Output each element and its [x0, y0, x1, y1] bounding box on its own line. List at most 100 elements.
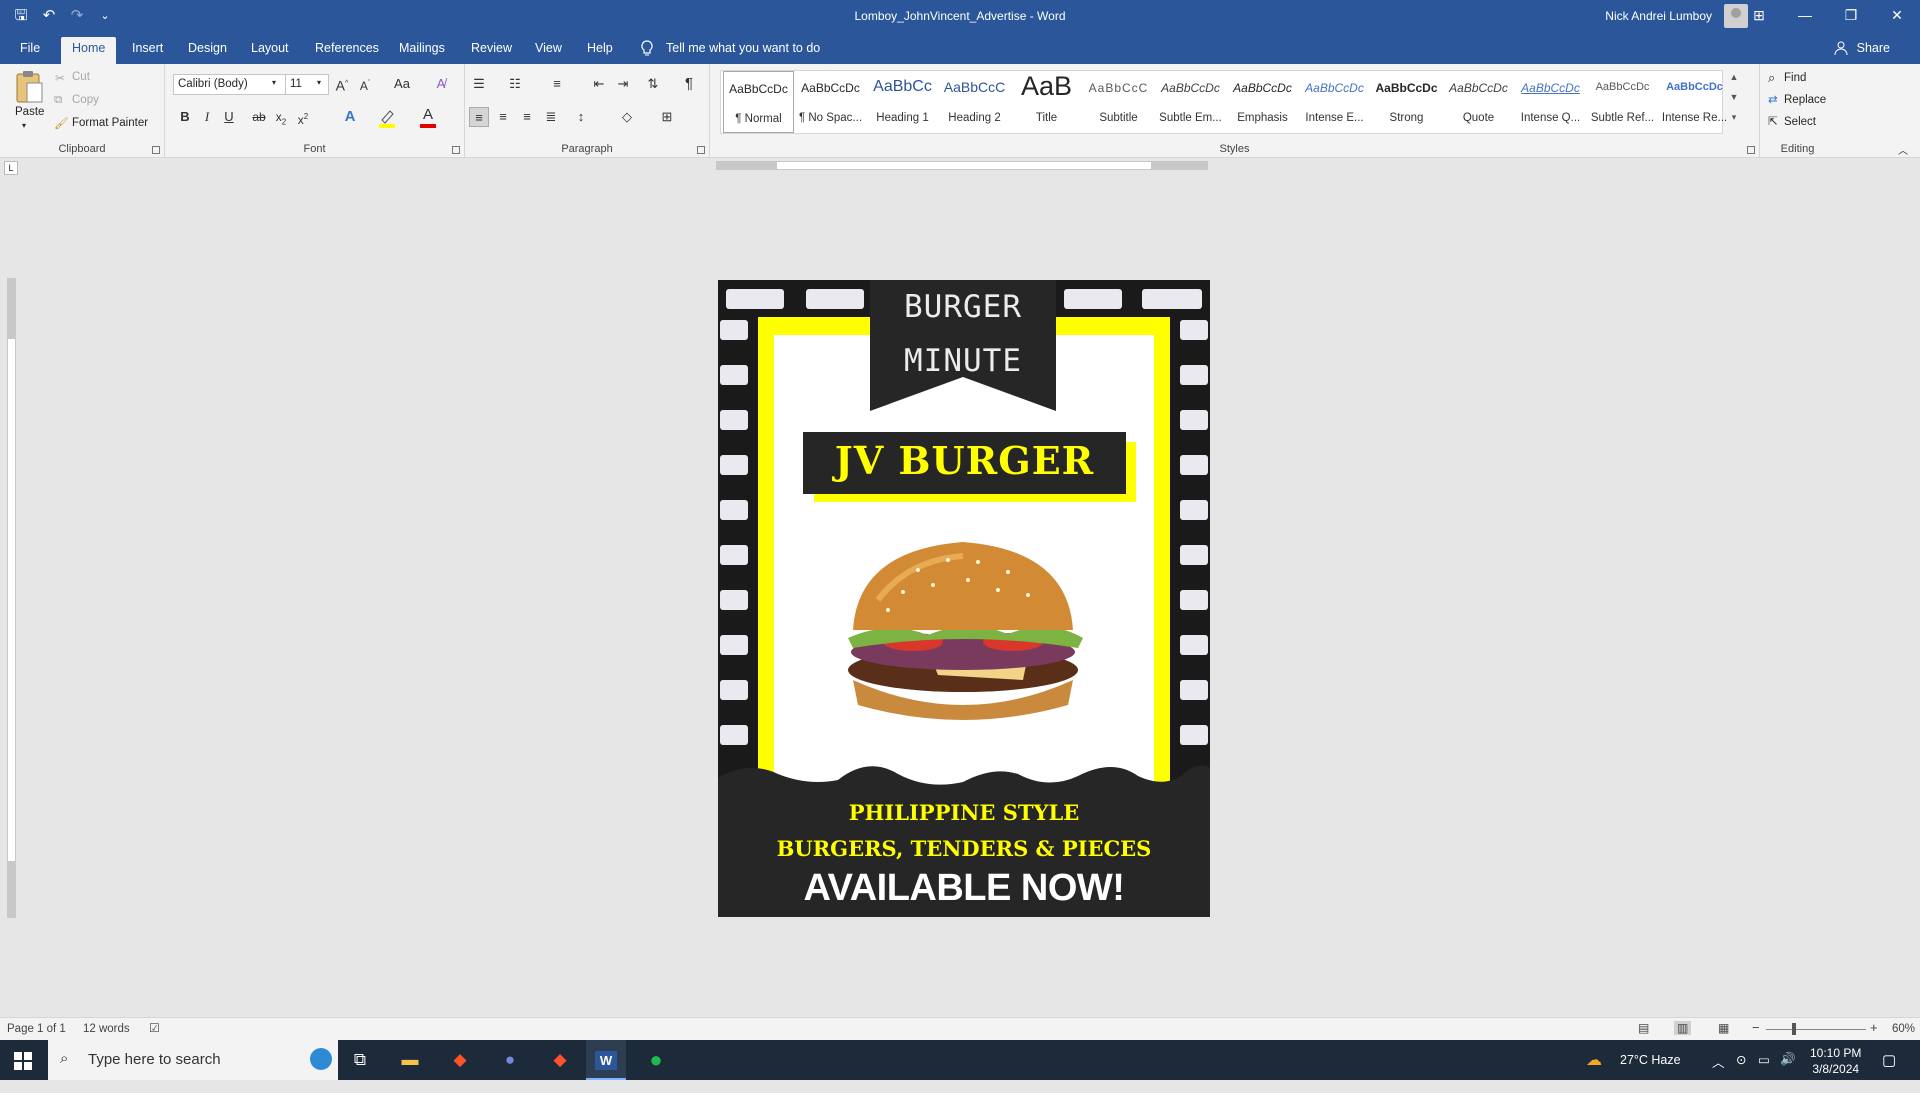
grow-font-icon[interactable]: A^	[332, 74, 352, 94]
style-normal[interactable]: AaBbCcDc ¶ Normal	[723, 71, 794, 133]
weather-text[interactable]: 27°C Haze	[1620, 1053, 1681, 1093]
paragraph-launcher-icon[interactable]	[697, 146, 705, 154]
document-page[interactable]: BURGER MINUTE JV BURGER PHILIPPINE STYLE…	[718, 280, 1210, 917]
spotify-icon[interactable]: ●	[636, 1046, 676, 1074]
tab-references[interactable]: References	[315, 41, 379, 55]
font-size-dropdown-icon[interactable]: ▾	[317, 78, 321, 87]
shading-icon[interactable]: ◇	[617, 107, 637, 127]
replace-button[interactable]: Replace	[1784, 94, 1826, 106]
task-view-icon[interactable]: ⧉	[340, 1046, 380, 1074]
style-emphasis[interactable]: AaBbCcDc Emphasis	[1227, 71, 1298, 133]
underline-icon[interactable]: U	[219, 107, 239, 127]
clipboard-launcher-icon[interactable]	[152, 146, 160, 154]
tab-help[interactable]: Help	[587, 41, 613, 55]
tab-design[interactable]: Design	[188, 41, 227, 55]
change-case-button[interactable]: Aa	[387, 74, 417, 94]
strikethrough-icon[interactable]: ab	[249, 107, 269, 127]
user-name[interactable]: Nick Andrei Lumboy	[1605, 9, 1712, 23]
bold-icon[interactable]: B	[175, 107, 195, 127]
copy-button[interactable]: Copy	[72, 94, 99, 106]
proofing-icon[interactable]: ☑	[149, 1021, 160, 1035]
discord-icon[interactable]: ●	[490, 1046, 530, 1074]
format-painter-button[interactable]: Format Painter	[72, 117, 148, 129]
zoom-level[interactable]: 60%	[1892, 1023, 1915, 1035]
font-name-combo[interactable]: Calibri (Body)	[173, 74, 286, 95]
notifications-icon[interactable]: ▢	[1882, 1051, 1896, 1091]
style-strong[interactable]: AaBbCcDc Strong	[1371, 71, 1442, 133]
line-spacing-icon[interactable]: ↕	[571, 107, 591, 127]
superscript-icon[interactable]: x2	[293, 107, 313, 127]
collapse-ribbon-icon[interactable]: ︿	[1898, 142, 1908, 157]
styles-scroll-down-icon[interactable]: ▼	[1727, 92, 1741, 112]
show-formatting-marks-icon[interactable]: ¶	[679, 74, 699, 94]
styles-scroll-up-icon[interactable]: ▲	[1727, 72, 1741, 92]
horizontal-ruler[interactable]	[716, 161, 1208, 170]
bullets-icon[interactable]: ☰	[469, 74, 489, 94]
style-subtle-reference[interactable]: AaBbCcDc Subtle Ref...	[1587, 71, 1658, 133]
zoom-slider[interactable]	[1766, 1029, 1866, 1030]
paste-icon[interactable]	[14, 70, 44, 104]
align-left-icon[interactable]: ≡	[469, 107, 489, 127]
close-button[interactable]: ✕	[1874, 0, 1920, 32]
style-title[interactable]: AaB Title	[1011, 71, 1082, 133]
brave-browser-icon[interactable]: ◆	[440, 1046, 480, 1074]
subscript-icon[interactable]: x2	[271, 107, 291, 127]
italic-icon[interactable]: I	[197, 107, 217, 127]
font-name-dropdown-icon[interactable]: ▾	[272, 78, 276, 87]
style-subtle-emphasis[interactable]: AaBbCcDc Subtle Em...	[1155, 71, 1226, 133]
tab-insert[interactable]: Insert	[132, 41, 163, 55]
tab-review[interactable]: Review	[471, 41, 512, 55]
share-button[interactable]: Share	[1857, 41, 1890, 55]
find-button[interactable]: Find	[1784, 72, 1806, 84]
style-intense-reference[interactable]: AaBbCcDc Intense Re...	[1659, 71, 1730, 133]
paste-dropdown-icon[interactable]: ▾	[22, 121, 26, 130]
minimize-button[interactable]: —	[1782, 0, 1828, 32]
zoom-slider-thumb[interactable]	[1792, 1023, 1796, 1035]
clock[interactable]: 10:10 PM 3/8/2024	[1810, 1045, 1861, 1085]
restore-button[interactable]: ❐	[1828, 0, 1874, 32]
align-center-icon[interactable]: ≡	[493, 107, 513, 127]
word-taskbar-icon[interactable]: W	[586, 1040, 626, 1080]
tab-view[interactable]: View	[535, 41, 562, 55]
style-heading-1[interactable]: AaBbCc Heading 1	[867, 71, 938, 133]
cut-button[interactable]: Cut	[72, 71, 90, 83]
weather-icon[interactable]: ☁	[1586, 1050, 1602, 1090]
styles-more-icon[interactable]: ▾	[1727, 112, 1741, 132]
network-icon[interactable]: ▭	[1758, 1052, 1770, 1092]
meet-now-icon[interactable]: ⊙	[1736, 1052, 1746, 1092]
align-right-icon[interactable]: ≡	[517, 107, 537, 127]
style-subtitle[interactable]: AaBbCcC Subtitle	[1083, 71, 1154, 133]
taskbar-search[interactable]: ⌕ Type here to search	[48, 1040, 338, 1080]
borders-icon[interactable]: ⊞	[657, 107, 677, 127]
shrink-font-icon[interactable]: Aˇ	[355, 74, 375, 94]
styles-launcher-icon[interactable]	[1747, 146, 1755, 154]
select-button[interactable]: Select	[1784, 116, 1816, 128]
show-hidden-icons-icon[interactable]: ︿	[1712, 1052, 1725, 1092]
tab-mailings[interactable]: Mailings	[399, 41, 445, 55]
ribbon-display-options-button[interactable]: ⊞	[1736, 0, 1782, 32]
numbering-icon[interactable]: ☷	[505, 74, 525, 94]
font-color-icon[interactable]: A	[418, 105, 438, 125]
justify-icon[interactable]: ≣	[541, 107, 561, 127]
tab-selector-icon[interactable]: L	[4, 161, 18, 175]
multilevel-list-icon[interactable]: ≡	[547, 74, 567, 94]
windows-start-icon[interactable]	[14, 1052, 32, 1070]
tell-me-search[interactable]: Tell me what you want to do	[666, 41, 820, 55]
tab-layout[interactable]: Layout	[251, 41, 289, 55]
style-quote[interactable]: AaBbCcDc Quote	[1443, 71, 1514, 133]
zoom-out-icon[interactable]: −	[1752, 1020, 1760, 1035]
word-count[interactable]: 12 words	[83, 1023, 130, 1035]
print-layout-icon[interactable]: ▥	[1674, 1021, 1692, 1035]
zoom-in-icon[interactable]: +	[1870, 1020, 1878, 1035]
page-count[interactable]: Page 1 of 1	[7, 1023, 66, 1035]
read-mode-icon[interactable]: ▤	[1638, 1021, 1649, 1035]
vertical-ruler[interactable]	[7, 278, 16, 918]
increase-indent-icon[interactable]: ⇥	[613, 74, 633, 94]
tab-file[interactable]: File	[20, 41, 40, 55]
highlight-color-icon[interactable]	[378, 108, 396, 128]
file-explorer-icon[interactable]: ▬	[390, 1046, 430, 1074]
decrease-indent-icon[interactable]: ⇤	[589, 74, 609, 94]
clear-formatting-icon[interactable]: A̸	[431, 74, 451, 94]
style-intense-quote[interactable]: AaBbCcDc Intense Q...	[1515, 71, 1586, 133]
web-layout-icon[interactable]: ▦	[1718, 1021, 1729, 1035]
